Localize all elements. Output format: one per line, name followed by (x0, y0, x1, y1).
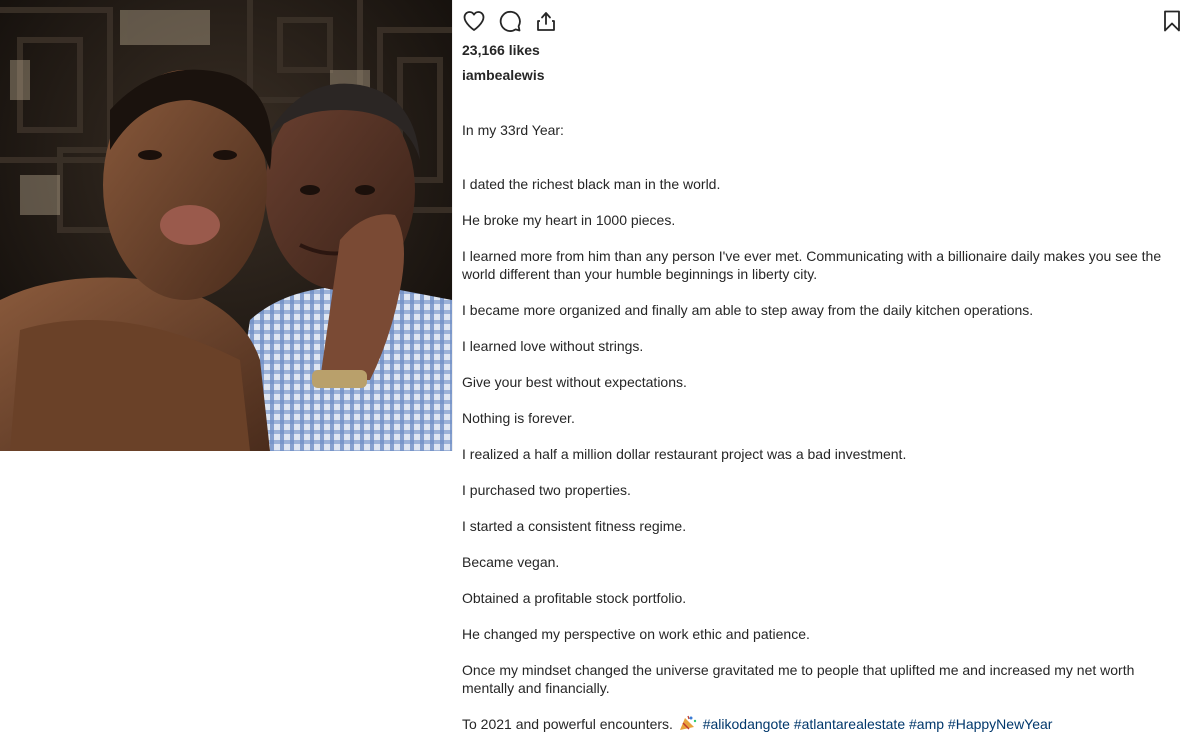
caption-line: I became more organized and finally am a… (462, 302, 1034, 318)
caption-line: I purchased two properties. (462, 482, 631, 498)
post-photo-image (0, 0, 452, 451)
caption-line: I started a consistent fitness regime. (462, 518, 687, 534)
post-photo[interactable] (0, 0, 452, 451)
caption-line: Once my mindset changed the universe gra… (462, 662, 1135, 696)
post-caption: In my 33rd Year: I dated the richest bla… (462, 103, 1174, 751)
party-popper-icon (679, 715, 697, 730)
comment-button[interactable] (497, 8, 523, 34)
share-button[interactable] (533, 8, 559, 34)
save-button[interactable] (1159, 8, 1185, 34)
caption-line: I realized a half a million dollar resta… (462, 446, 907, 462)
caption-line: Give your best without expectations. (462, 374, 687, 390)
hashtag-link[interactable]: #atlantarealestate (794, 716, 905, 732)
caption-line: He broke my heart in 1000 pieces. (462, 212, 676, 228)
comment-icon (499, 10, 521, 32)
caption-closing-text: To 2021 and powerful encounters. (462, 716, 673, 732)
hashtag-link[interactable]: #amp (909, 716, 944, 732)
heart-icon (463, 11, 485, 31)
caption-line: Nothing is forever. (462, 410, 575, 426)
bookmark-icon (1164, 10, 1180, 32)
action-bar (461, 8, 559, 34)
post-author-username[interactable]: iambealewis (462, 67, 545, 83)
caption-line: Became vegan. (462, 554, 560, 570)
like-count[interactable]: 23,166 likes (462, 42, 540, 58)
caption-line: I learned love without strings. (462, 338, 644, 354)
hashtag-link[interactable]: #HappyNewYear (948, 716, 1053, 732)
caption-line: I learned more from him than any person … (462, 248, 1162, 282)
caption-closing-line: To 2021 and powerful encounters. #alikod… (462, 715, 1174, 733)
like-button[interactable] (461, 8, 487, 34)
post-detail-panel: 23,166 likes iambealewis In my 33rd Year… (453, 0, 1199, 732)
caption-intro: In my 33rd Year: (462, 122, 564, 138)
caption-line: I dated the richest black man in the wor… (462, 176, 721, 192)
caption-line: Obtained a profitable stock portfolio. (462, 590, 687, 606)
hashtag-link[interactable]: #alikodangote (703, 716, 790, 732)
share-icon (537, 12, 555, 31)
caption-line: He changed my perspective on work ethic … (462, 626, 810, 642)
